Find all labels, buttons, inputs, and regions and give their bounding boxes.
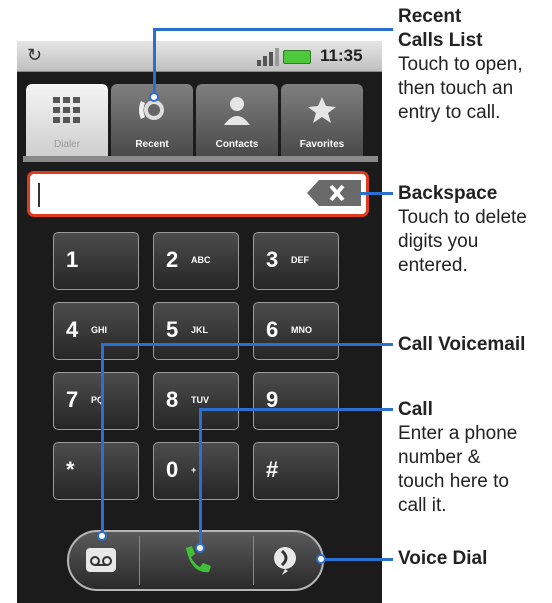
key-4[interactable]: 4 GHI xyxy=(53,302,139,360)
star-icon xyxy=(281,94,363,126)
text-cursor xyxy=(38,183,40,207)
callout-line xyxy=(153,28,156,94)
callout-line xyxy=(101,343,393,346)
callout-line xyxy=(320,558,393,561)
key-0[interactable]: 0 + xyxy=(153,442,239,500)
tab-label: Favorites xyxy=(299,139,345,150)
annotation-backspace: Backspace Touch to delete digits you ent… xyxy=(398,183,527,276)
tab-contacts[interactable]: Contacts xyxy=(196,84,278,156)
callout-line xyxy=(101,343,104,533)
tab-label: Contacts xyxy=(215,139,259,150)
callout-line xyxy=(199,408,393,411)
tab-bar: Dialer Recent Contacts Favorites xyxy=(17,72,382,164)
key-hash[interactable]: # xyxy=(253,442,339,500)
battery-icon xyxy=(283,50,311,64)
key-8[interactable]: 8 TUV xyxy=(153,372,239,430)
status-time: 11:35 xyxy=(320,46,363,65)
divider xyxy=(253,536,254,585)
annotation-call-voicemail: Call Voicemail xyxy=(398,334,526,355)
key-6[interactable]: 6 MNO xyxy=(253,302,339,360)
callout-line xyxy=(360,192,393,195)
key-5[interactable]: 5 JKL xyxy=(153,302,239,360)
voicemail-button[interactable] xyxy=(86,548,116,572)
key-9[interactable]: 9 xyxy=(253,372,339,430)
annotation-recent-calls: Recent Calls List Touch to open, then to… xyxy=(398,6,523,123)
annotation-voice-dial: Voice Dial xyxy=(398,548,488,569)
key-3[interactable]: 3 DEF xyxy=(253,232,339,290)
signal-icon xyxy=(257,48,279,66)
tab-underline xyxy=(23,156,378,162)
callout-dot xyxy=(195,543,205,553)
keypad-icon xyxy=(26,94,108,126)
tab-dialer[interactable]: Dialer xyxy=(26,84,108,156)
backspace-button[interactable] xyxy=(307,180,361,206)
key-2[interactable]: 2 ABC xyxy=(153,232,239,290)
tab-label: Dialer xyxy=(53,139,81,150)
key-star[interactable]: * xyxy=(53,442,139,500)
key-1[interactable]: 1 xyxy=(53,232,139,290)
key-7[interactable]: 7 PQ xyxy=(53,372,139,430)
divider xyxy=(139,536,140,585)
callout-dot xyxy=(316,554,326,564)
annotation-call: Call Enter a phone number & touch here t… xyxy=(398,399,518,516)
callout-line xyxy=(153,28,393,31)
tab-label: Recent xyxy=(135,139,169,150)
callout-line xyxy=(199,408,202,546)
status-bar: ↻ 11:35 xyxy=(17,41,382,72)
callout-dot xyxy=(149,92,159,102)
contact-icon xyxy=(196,94,278,126)
sync-icon: ↻ xyxy=(27,45,43,65)
tab-favorites[interactable]: Favorites xyxy=(281,84,363,156)
voice-dial-button[interactable] xyxy=(272,545,298,575)
callout-dot xyxy=(97,531,107,541)
